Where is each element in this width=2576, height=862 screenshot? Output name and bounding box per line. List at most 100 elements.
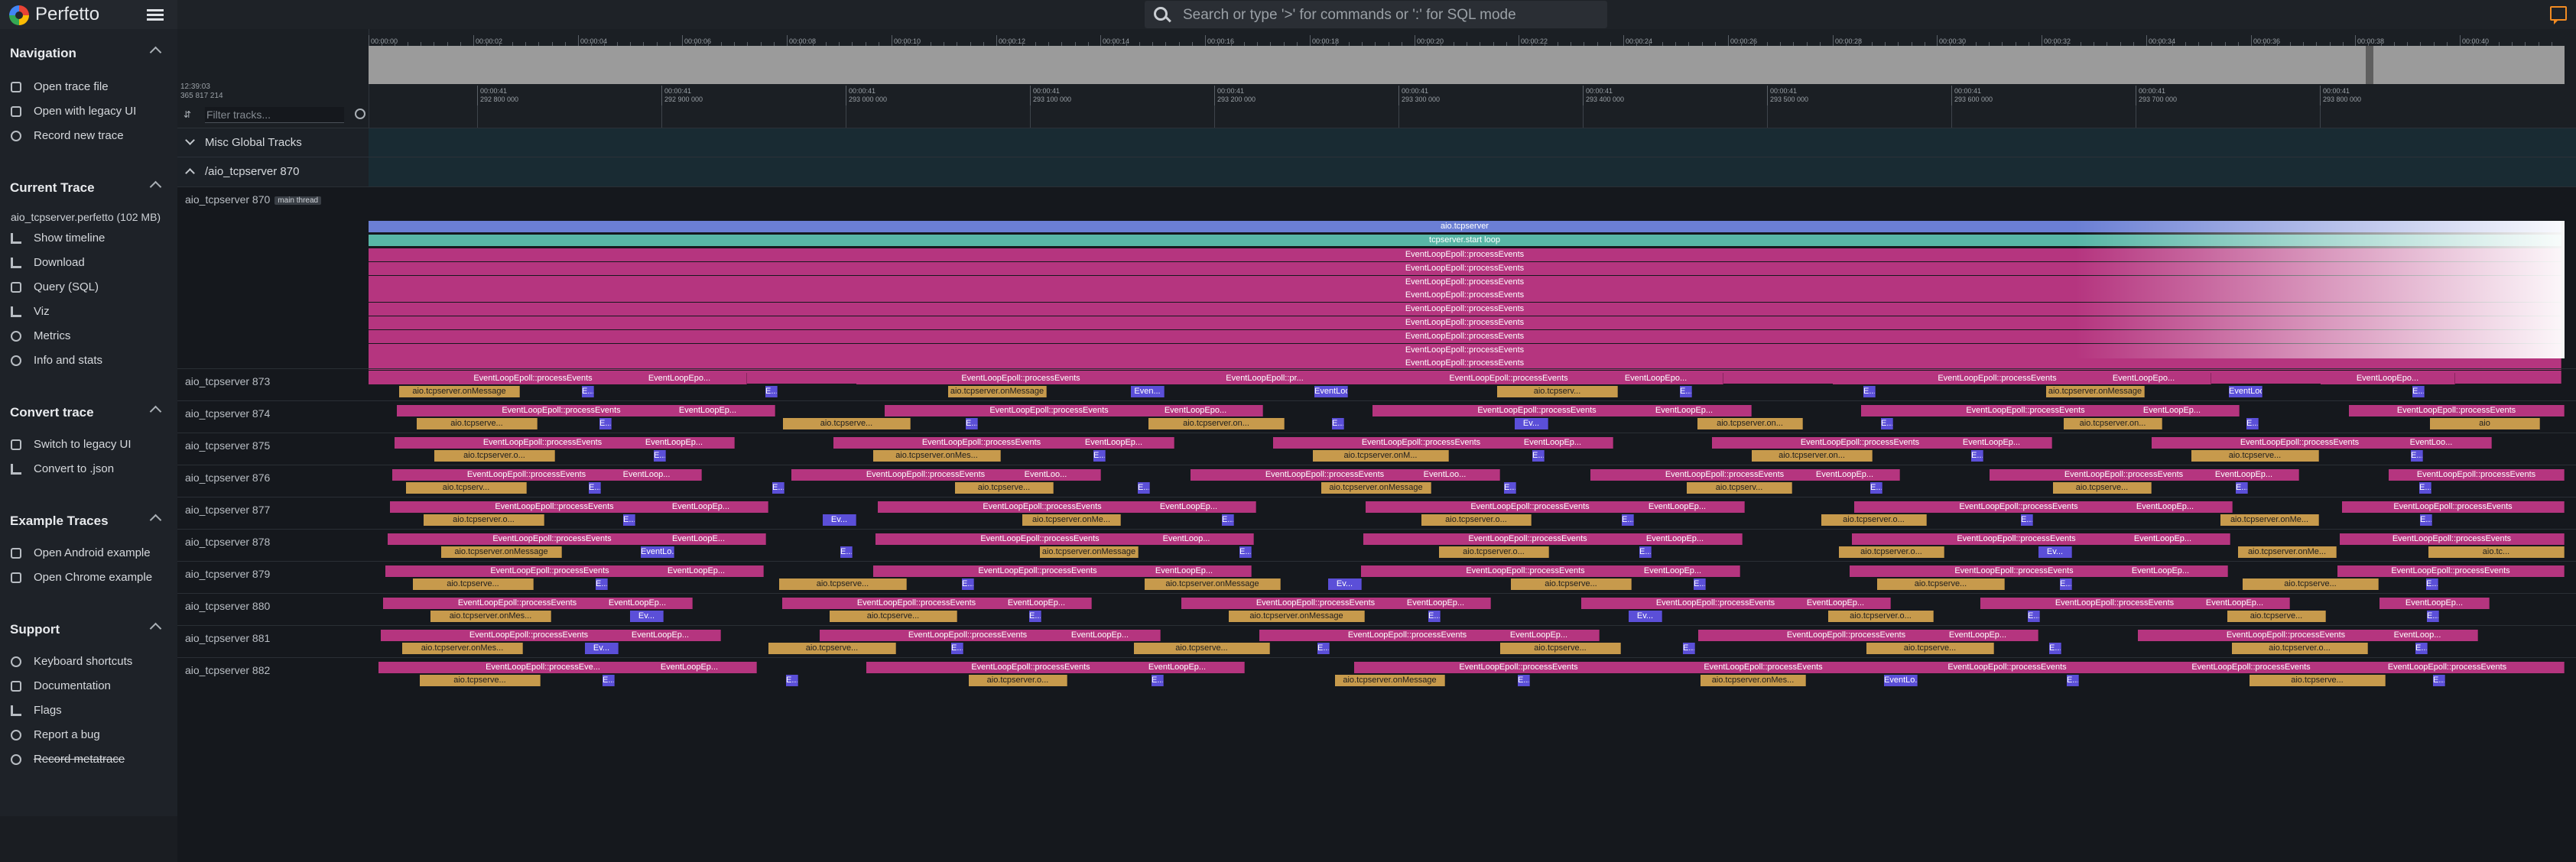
slice-handler[interactable]: E... [603,675,615,686]
slice-process-events[interactable]: EventLoopEpoll::processEvents [369,316,2561,329]
sidebar-item-record-metatrace[interactable]: Record metatrace [11,750,171,770]
slice-process-events[interactable]: EventLoopEpo... [2321,373,2455,384]
slice-process-events[interactable]: EventLoopEpoll::processEvents [369,343,2561,357]
slice-handler[interactable]: Ev... [1328,578,1362,590]
slice-handler[interactable]: E... [2426,578,2438,590]
slice-on-message[interactable]: aio.tcpserver.o... [969,675,1067,686]
slice-on-message[interactable]: aio [2430,418,2540,429]
slice-handler[interactable]: E... [2412,386,2425,397]
slice-handler[interactable]: E... [951,643,963,654]
slice-handler[interactable]: Ev... [1629,611,1662,622]
slice-process-events[interactable]: EventLoopEp... [1040,630,1161,641]
slice-handler[interactable]: E... [589,482,601,494]
slice-handler[interactable]: E... [772,482,784,494]
overview-visible-window[interactable] [2366,46,2373,84]
slice-process-events[interactable]: EventLoopEpoll::processEvents [369,329,2561,343]
chevron-up-icon[interactable] [149,622,162,635]
slice-handler[interactable]: Ev... [1515,418,1548,429]
slice-on-message[interactable]: aio.tcpserver.on... [1697,418,1803,429]
slice-on-message[interactable]: aio.tcpserver.onMessage [2046,386,2145,397]
track-worker-thread[interactable]: aio_tcpserver 879 EventLoopEpoll::process… [177,561,2576,594]
slice-handler[interactable]: E... [599,418,612,429]
sidebar-item-open-legacy-ui[interactable]: Open with legacy UI [11,102,171,122]
group-misc-global-tracks[interactable]: Misc Global Tracks [177,128,2576,157]
slice-on-message[interactable]: aio.tcpserve... [413,578,534,590]
slice-handler[interactable]: Ev... [2038,546,2072,558]
slice-aio-tcpserver[interactable]: aio.tcpserver [369,221,2561,232]
slice-handler[interactable]: E... [1239,546,1252,558]
slice-handler[interactable]: E... [840,546,853,558]
sidebar-section-example-traces-title[interactable]: Example Traces [10,514,109,529]
slice-on-message[interactable]: aio.tcpserve... [2250,675,2386,686]
slice-handler[interactable]: E... [1881,418,1893,429]
slice-process-events[interactable]: EventLoopEpo... [1129,405,1263,416]
slice-on-message[interactable]: aio.tcpserver.onMessage [1335,675,1445,686]
slice-on-message[interactable]: aio.tcpserve... [1877,578,2005,590]
slice-handler[interactable]: E... [1870,482,1882,494]
slice-process-events[interactable]: EventLoopEp... [1608,533,1743,545]
slice-handler[interactable]: E... [1029,611,1041,622]
slice-handler[interactable]: E... [1639,546,1652,558]
track-worker-thread[interactable]: aio_tcpserver 875 EventLoopEpoll::process… [177,433,2576,465]
slice-handler[interactable]: E... [1138,482,1150,494]
slice-on-message[interactable]: aio.tcpserver.onMessage [1145,578,1281,590]
slice-handler[interactable]: E... [1863,386,1876,397]
slice-process-events[interactable]: EventLoopEp... [2094,565,2228,577]
slice-process-events[interactable]: EventLoopEp... [1617,405,1752,416]
sidebar-section-current-trace-title[interactable]: Current Trace [10,180,95,196]
sidebar-item-show-timeline[interactable]: Show timeline [11,229,171,249]
slice-process-events[interactable]: EventLoopEp... [641,405,775,416]
slice-handler[interactable]: E... [1428,611,1441,622]
slice-on-message[interactable]: aio.tcpserver.on... [2064,418,2162,429]
slice-handler[interactable]: Ev... [823,514,856,526]
slice-process-events[interactable]: EventLoopEp... [1781,598,1891,609]
slice-process-events[interactable]: EventLoopEp... [2189,469,2299,481]
slice-handler[interactable]: E... [2433,675,2445,686]
slice-on-message[interactable]: aio.tcpserver.onMes... [402,643,523,654]
slice-process-events[interactable]: EventLoopEp... [2105,405,2240,416]
slice-process-events[interactable]: EventLoopE... [632,533,766,545]
slice-process-events[interactable]: EventLoo... [1390,469,1500,481]
chevron-up-icon[interactable] [149,514,162,527]
sort-icon[interactable]: ⇵ [184,109,194,120]
slice-on-message[interactable]: aio.tcpserver.onMe... [1022,514,1121,526]
sidebar-item-download[interactable]: Download [11,254,171,274]
slice-on-message[interactable]: aio.tcpserver.onMes... [430,611,551,622]
slice-on-message[interactable]: aio.tcpserve... [417,418,538,429]
slice-handler[interactable]: E... [2028,611,2040,622]
slice-process-events[interactable]: EventLoopEp... [614,437,735,449]
slice-handler[interactable]: EventLoop... [1314,386,1348,397]
slice-handler[interactable]: EventLo... [1884,675,1918,686]
slice-on-message[interactable]: aio.tcpserver.o... [1421,514,1532,526]
slice-handler[interactable]: E... [2060,578,2072,590]
slice-handler[interactable]: E... [2021,514,2033,526]
slice-process-events[interactable]: EventLoopEpo... [612,373,747,384]
slice-process-events[interactable]: EventLoopEp... [583,598,693,609]
thread-slices[interactable]: EventLoopEpoll::processEvents EventLoopEp… [369,401,2565,433]
slice-process-events[interactable]: EventLoopEpoll::processEvents [369,275,2561,289]
slice-handler[interactable]: E... [1680,386,1692,397]
slice-on-message[interactable]: aio.tcpserve... [2191,450,2319,462]
slice-process-events[interactable]: EventLoopEp... [634,501,768,513]
slice-on-message[interactable]: aio.tcpserve... [1511,578,1632,590]
sidebar-section-support-title[interactable]: Support [10,622,60,637]
filter-tracks-input[interactable] [205,107,344,123]
chevron-up-icon[interactable] [149,180,162,193]
slice-handler[interactable]: E... [2246,418,2259,429]
slice-on-message[interactable]: aio.tcpserver.onMes... [1701,675,1806,686]
slice-on-message[interactable]: aio.tcpserve... [2053,482,2152,494]
slice-process-events[interactable]: EventLoopEp... [1117,565,1252,577]
slice-handler[interactable]: Even... [1131,386,1165,397]
slice-tcpserver-start-loop[interactable]: tcpserver.start loop [369,235,2561,246]
slice-process-events[interactable]: EventLoo... [2371,437,2492,449]
slice-on-message[interactable]: aio.tcpserve... [779,578,907,590]
sidebar-section-navigation-title[interactable]: Navigation [10,46,76,61]
sidebar-item-keyboard-shortcuts[interactable]: Keyboard shortcuts [11,653,171,672]
menu-icon[interactable] [147,7,164,22]
slice-handler[interactable]: E... [1222,514,1234,526]
slice-process-events[interactable]: EventLoopEp... [2180,598,2290,609]
slice-on-message[interactable]: aio.tcpserver.onMessage [1040,546,1139,558]
slice-handler[interactable]: E... [1317,643,1330,654]
slice-process-events[interactable]: EventLoopEpoll::processEvents [2389,469,2565,481]
slice-handler[interactable]: E... [1152,675,1164,686]
